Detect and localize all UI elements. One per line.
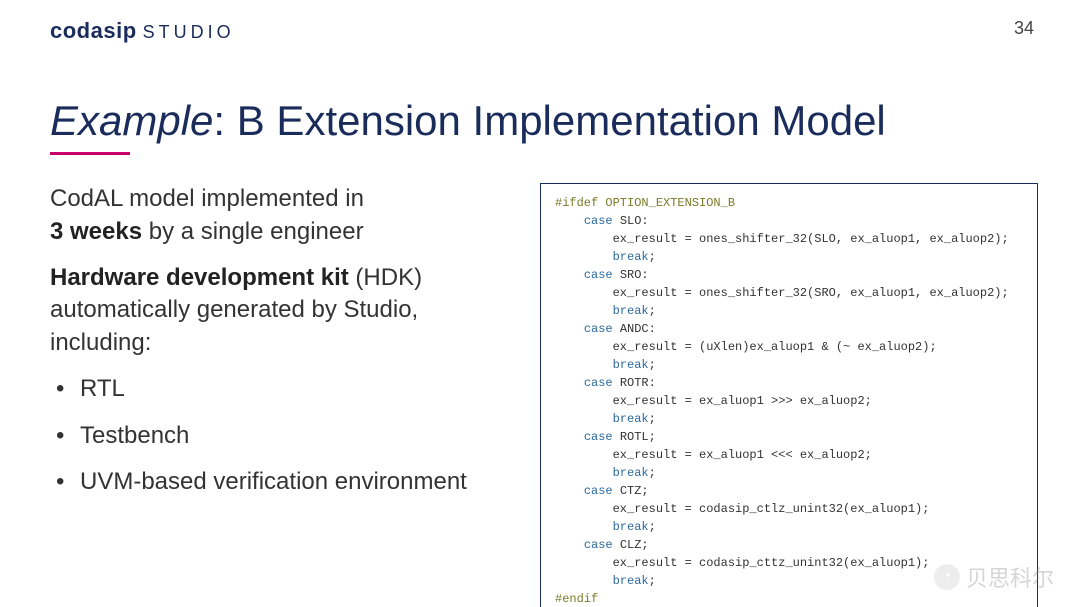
content-row: CodAL model implemented in 3 weeks by a … bbox=[50, 183, 1038, 607]
slide-header: codasip STUDIO 34 bbox=[50, 18, 1038, 44]
list-item: UVM-based verification environment bbox=[50, 466, 510, 498]
paragraph-2: Hardware development kit (HDK) automatic… bbox=[50, 262, 510, 359]
logo: codasip STUDIO bbox=[50, 18, 235, 44]
paragraph-1: CodAL model implemented in 3 weeks by a … bbox=[50, 183, 510, 248]
list-item: Testbench bbox=[50, 420, 510, 452]
title-rest: : B Extension Implementation Model bbox=[213, 97, 885, 144]
para2-bold: Hardware development kit bbox=[50, 264, 349, 291]
code-block: #ifdef OPTION_EXTENSION_B case SLO: ex_r… bbox=[540, 183, 1038, 607]
logo-text-sub: STUDIO bbox=[143, 22, 235, 43]
slide-title: Example: B Extension Implementation Mode… bbox=[50, 98, 886, 148]
logo-text-main: codasip bbox=[50, 18, 137, 44]
watermark-text: 贝思科尔 bbox=[966, 561, 1054, 593]
slide: codasip STUDIO 34 Example: B Extension I… bbox=[0, 0, 1080, 607]
para1-bold: 3 weeks bbox=[50, 218, 142, 245]
text-column: CodAL model implemented in 3 weeks by a … bbox=[50, 183, 510, 607]
bullet-list: RTL Testbench UVM-based verification env… bbox=[50, 373, 510, 498]
title-underline bbox=[50, 152, 130, 155]
para1-pre: CodAL model implemented in bbox=[50, 185, 364, 212]
title-prefix: Example bbox=[50, 97, 213, 144]
page-number: 34 bbox=[1014, 18, 1038, 39]
watermark: ◔ 贝思科尔 bbox=[934, 561, 1054, 593]
title-block: Example: B Extension Implementation Mode… bbox=[50, 98, 1038, 155]
watermark-icon: ◔ bbox=[934, 564, 960, 590]
list-item: RTL bbox=[50, 373, 510, 405]
para1-post: by a single engineer bbox=[142, 218, 363, 245]
